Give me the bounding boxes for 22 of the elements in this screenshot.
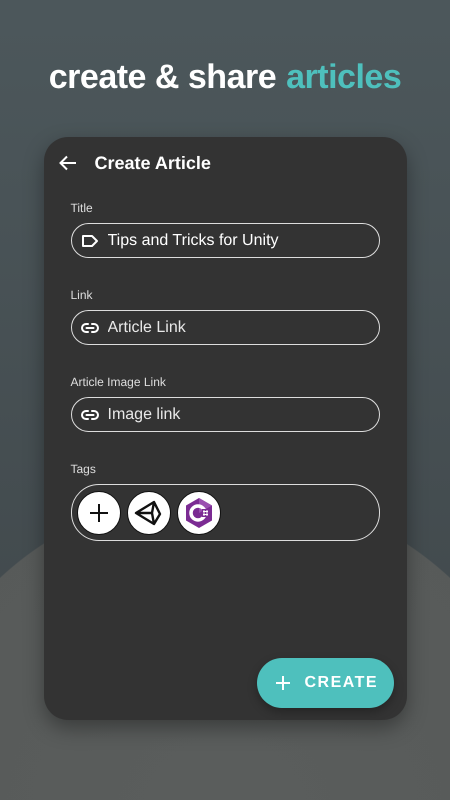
screen-title: Create Article [94,152,211,174]
link-icon [80,322,98,332]
headline: create & share [48,58,276,97]
text-field[interactable]: Article Link [70,310,380,345]
link-icon [80,410,98,420]
field-label: Tags [70,462,97,476]
field-label: Article Image Link [70,375,167,389]
hexagon-logo [184,496,214,528]
headline-accent: articles [286,58,402,97]
cube-logo-tag[interactable] [126,490,170,534]
field-label: Title [70,201,94,215]
plus-icon [88,502,108,522]
label-icon [80,234,98,248]
add-tag-button[interactable] [76,490,120,534]
text-field[interactable]: Tips and Tricks for Unity [70,223,380,258]
hexagon-logo-tag[interactable] [176,490,220,534]
field-label: Link [70,288,94,302]
text-field[interactable]: Image link [70,397,380,432]
back-button[interactable] [58,155,76,171]
tags-field[interactable] [70,484,380,541]
plus-icon [274,675,290,691]
back-arrow-icon [58,155,76,171]
